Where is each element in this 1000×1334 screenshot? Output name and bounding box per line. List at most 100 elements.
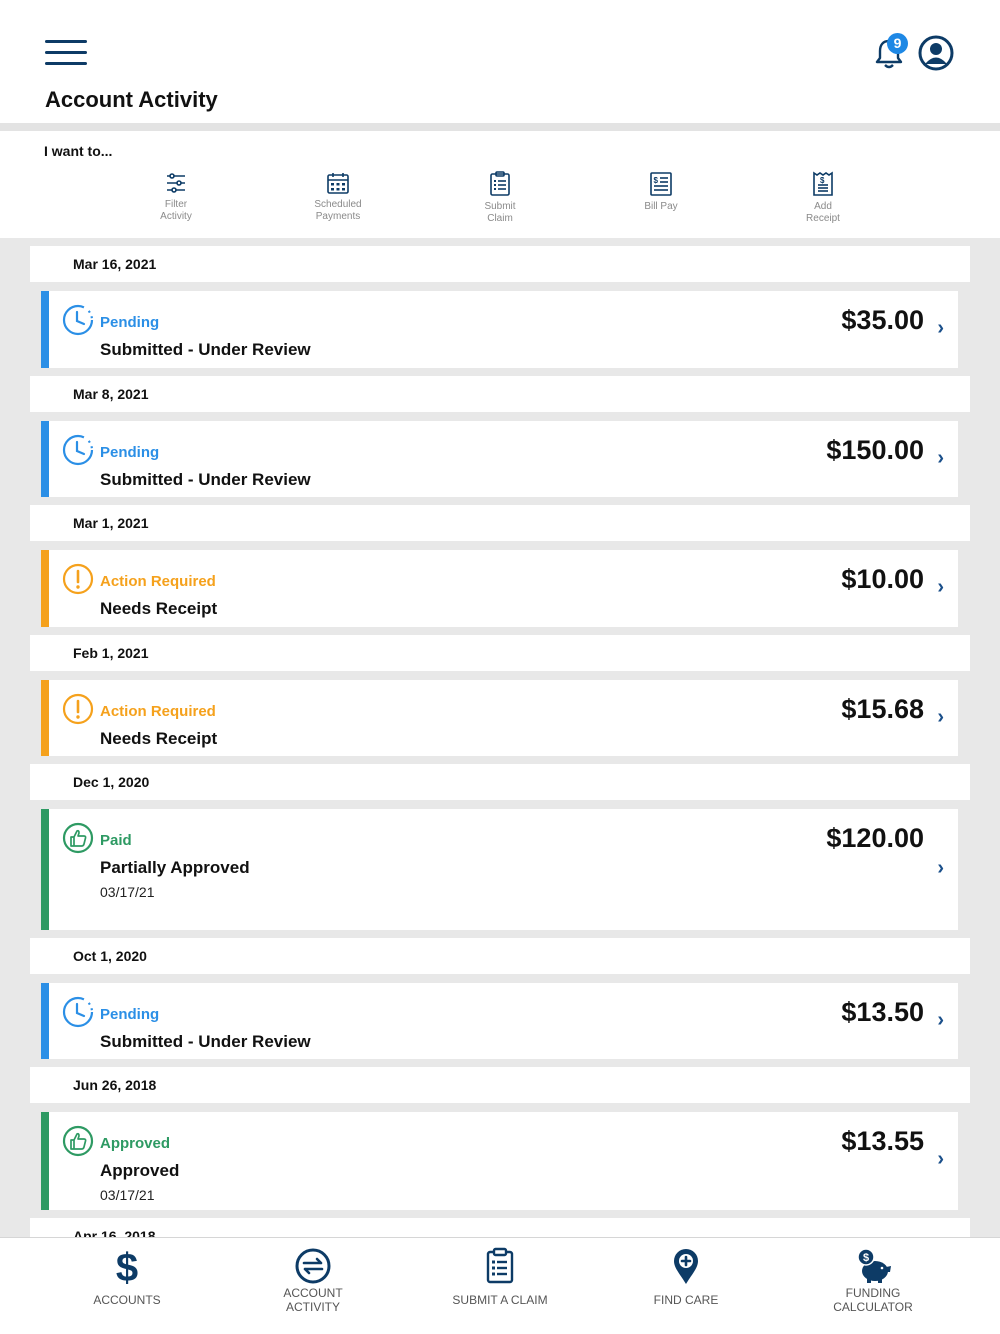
dollar-icon: $ [116,1246,138,1286]
activity-description: Submitted - Under Review [100,340,311,359]
status-label: Paid [100,832,132,849]
nav-accounts[interactable]: $ ACCOUNTS [47,1238,207,1334]
chevron-right-icon[interactable]: › [937,1148,944,1171]
status-bar [41,809,49,930]
bill-pay-label: Bill Pay [644,201,678,212]
activity-description: Needs Receipt [100,729,218,748]
date-header: Feb 1, 2021 [30,635,970,671]
submit-claim-label: Submit Claim [484,201,516,224]
pending-clock-icon [62,996,94,1028]
pending-clock-icon [62,434,94,466]
clipboard-list-icon [490,171,510,196]
exclamation-circle-icon [62,563,94,595]
status-bar [41,1112,49,1210]
activity-card[interactable]: Pending Submitted - Under Review $150.00… [41,421,958,497]
map-pin-plus-icon [674,1249,698,1284]
nav-accounts-label: ACCOUNTS [93,1293,161,1307]
piggy-bank-icon: $ [857,1248,891,1283]
thumbs-up-icon [62,822,94,854]
activity-amount: $13.50 [841,997,924,1027]
activity-date-paid: 03/17/21 [100,1187,155,1203]
activity-date-paid: 03/17/21 [100,884,155,900]
exclamation-circle-icon [62,693,94,725]
status-bar [41,680,49,756]
status-bar [41,291,49,368]
activity-description: Submitted - Under Review [100,1032,311,1051]
date-header: Dec 1, 2020 [30,764,970,800]
app-header: 9 Account Activity [0,0,1000,123]
activity-card[interactable]: Approved Approved 03/17/21 $13.55 › [41,1112,958,1210]
scheduled-payments-action[interactable]: Scheduled Payments [288,171,388,222]
receipt-icon: $ [813,171,833,196]
date-header: Mar 8, 2021 [30,376,970,412]
svg-text:$: $ [654,176,659,185]
chevron-right-icon[interactable]: › [937,706,944,729]
page-title: Account Activity [45,87,218,112]
bottom-nav: $ ACCOUNTS ACCOUNT ACTIVITY SUBMIT A CLA… [0,1237,1000,1334]
date-header: Mar 16, 2021 [30,246,970,282]
svg-text:$: $ [863,1252,869,1264]
svg-text:$: $ [820,176,825,185]
activity-amount: $150.00 [826,435,924,465]
activity-description: Approved [100,1161,180,1180]
profile-avatar-icon[interactable] [918,35,954,71]
nav-find-care[interactable]: FIND CARE [606,1238,766,1334]
submit-claim-action[interactable]: Submit Claim [450,171,550,224]
nav-submit-claim-label: SUBMIT A CLAIM [452,1293,548,1307]
activity-amount: $120.00 [826,823,924,853]
svg-text:$: $ [116,1246,138,1286]
nav-submit-claim[interactable]: SUBMIT A CLAIM [420,1238,580,1334]
status-label: Pending [100,444,160,461]
pending-clock-icon [62,304,94,336]
status-label: Pending [100,314,160,331]
bill-icon: $ [650,172,672,196]
add-receipt-action[interactable]: $ Add Receipt [773,171,873,224]
date-header: Apr 16, 2018 [30,1218,970,1237]
activity-amount: $15.68 [841,694,924,724]
thumbs-up-icon [62,1125,94,1157]
activity-description: Partially Approved [100,858,250,877]
activity-description: Needs Receipt [100,599,218,618]
chevron-right-icon[interactable]: › [937,317,944,340]
activity-list[interactable]: Mar 16, 2021 Pending Submitted - Under R… [0,238,1000,1237]
transfer-arrows-icon [295,1248,331,1284]
status-bar [41,550,49,627]
quick-actions-title: I want to... [44,143,113,159]
chevron-right-icon[interactable]: › [937,576,944,599]
header-divider [0,123,1000,131]
nav-account-activity-label: ACCOUNT ACTIVITY [283,1286,343,1314]
status-bar [41,983,49,1059]
activity-card[interactable]: Paid Partially Approved 03/17/21 $120.00… [41,809,958,930]
status-label: Pending [100,1006,160,1023]
clipboard-list-icon [486,1247,514,1284]
date-header: Oct 1, 2020 [30,938,970,974]
status-bar [41,421,49,497]
bill-pay-action[interactable]: $ Bill Pay [611,171,711,213]
add-receipt-label: Add Receipt [806,201,840,224]
activity-amount: $35.00 [841,305,924,335]
chevron-right-icon[interactable]: › [937,857,944,880]
nav-funding-calculator-label: FUNDING CALCULATOR [833,1286,913,1314]
activity-description: Submitted - Under Review [100,470,311,489]
activity-card[interactable]: Action Required Needs Receipt $10.00 › [41,550,958,627]
quick-actions-panel: I want to... Filter Activity Scheduled P… [0,131,1000,238]
nav-find-care-label: FIND CARE [653,1293,719,1307]
date-header: Jun 26, 2018 [30,1067,970,1103]
chevron-right-icon[interactable]: › [937,1009,944,1032]
notification-badge[interactable]: 9 [887,33,908,54]
calendar-icon [327,173,349,194]
activity-card[interactable]: Pending Submitted - Under Review $13.50 … [41,983,958,1059]
chevron-right-icon[interactable]: › [937,447,944,470]
status-label: Action Required [100,703,216,720]
filter-activity-label: Filter Activity [160,199,192,222]
status-label: Approved [100,1135,171,1152]
filter-sliders-icon [167,173,185,193]
scheduled-payments-label: Scheduled Payments [314,199,362,222]
filter-activity-action[interactable]: Filter Activity [126,171,226,222]
status-label: Action Required [100,573,216,590]
menu-icon[interactable] [45,40,89,66]
activity-card[interactable]: Action Required Needs Receipt $15.68 › [41,680,958,756]
activity-card[interactable]: Pending Submitted - Under Review $35.00 … [41,291,958,368]
nav-account-activity[interactable]: ACCOUNT ACTIVITY [233,1238,393,1334]
nav-funding-calculator[interactable]: $ FUNDING CALCULATOR [793,1238,953,1334]
